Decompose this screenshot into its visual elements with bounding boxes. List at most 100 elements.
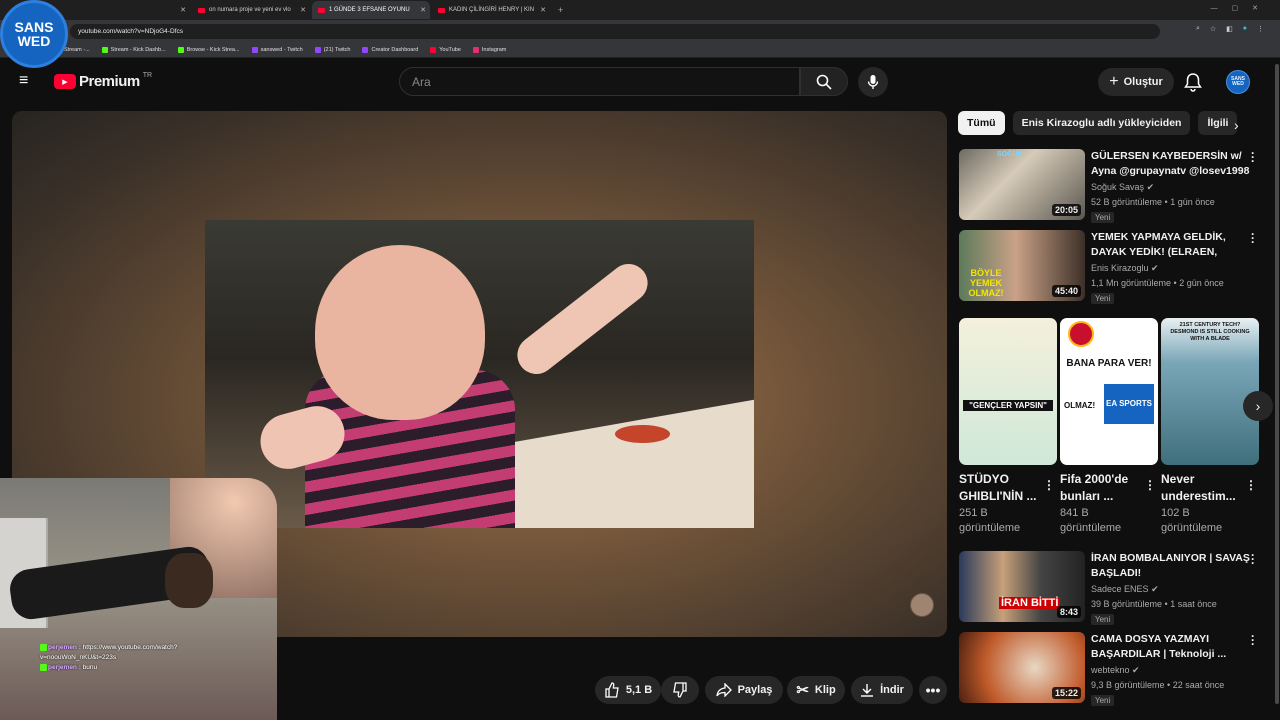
notifications-button[interactable] [1184, 72, 1202, 92]
recommended-video[interactable]: SOĞUK 20:05 GÜLERSEN KAYBEDERSİN w/ Ayna… [959, 147, 1269, 223]
thumbs-up-icon [605, 682, 619, 698]
bookmark-item[interactable]: sanswed - Twitch [251, 46, 303, 53]
upload-age: 2 gün önce [1179, 278, 1224, 288]
short-menu-icon[interactable]: ⋮ [1043, 478, 1055, 492]
short-item[interactable]: "GENÇLER YAPSIN" STÜDYO GHIBLI'NİN ... 2… [959, 318, 1057, 536]
bookmark-item[interactable]: YouTube [430, 46, 461, 53]
close-tab-icon[interactable]: ✕ [300, 6, 306, 14]
short-thumbnail[interactable]: 21ST CENTURY TECH? DESMOND IS STILL COOK… [1161, 318, 1259, 465]
chip-all[interactable]: Tümü [958, 111, 1005, 135]
bookmark-item[interactable]: Instagram [472, 46, 506, 53]
bookmark-item[interactable]: Stream - Kick Dashb... [101, 46, 166, 53]
thumbnail-text: İRAN BİTTİ [999, 597, 1061, 609]
video-title[interactable]: İRAN BOMBALANIYOR | SAVAŞ BAŞLADI! [1091, 551, 1251, 581]
short-item[interactable]: BANA PARA VER! OLMAZ! EA SPORTS Fifa 200… [1060, 318, 1158, 536]
chip-related[interactable]: İlgili [1198, 111, 1238, 135]
channel-name-row[interactable]: Sadece ENES ✔ [1091, 584, 1251, 595]
bookmarks-bar: Stream -... Stream - Kick Dashb... Brows… [0, 42, 1280, 58]
menu-hamburger-icon[interactable]: ≡ [19, 73, 35, 89]
video-menu-icon[interactable]: · · · [1251, 630, 1255, 650]
browser-tab[interactable]: on numara proje ve yeni ev vlo ✕ [192, 1, 310, 19]
share-label: Paylaş [737, 684, 773, 696]
search-button[interactable] [800, 67, 848, 96]
chat-badge-icon [40, 643, 47, 651]
video-menu-icon[interactable]: · · · [1251, 228, 1255, 248]
video-menu-icon[interactable]: · · · [1251, 549, 1255, 569]
browser-tab[interactable]: KADIN ÇİLİNGİRİ HENRY | KIN ✕ [432, 1, 550, 19]
verified-icon: ✔ [1132, 665, 1140, 675]
short-thumbnail[interactable]: "GENÇLER YAPSIN" [959, 318, 1057, 465]
new-badge: Yeni [1091, 212, 1115, 223]
close-tab-icon[interactable]: ✕ [180, 6, 186, 14]
voice-search-button[interactable] [858, 67, 888, 97]
channel-name: webtekno [1091, 665, 1130, 675]
browser-toolbar-icons: ⌕ ☆ ◧ ● ⋮ [1196, 25, 1264, 33]
video-menu-icon[interactable]: · · · [1251, 147, 1255, 167]
channel-name-row[interactable]: Soğuk Savaş ✔ [1091, 182, 1251, 193]
browser-tab[interactable]: ✕ [72, 1, 190, 19]
bookmark-item[interactable]: Browse - Kick Strea... [177, 46, 240, 53]
browser-tab-active[interactable]: 1 GÜNDE 3 EFSANE OYUNU ✕ [312, 1, 430, 19]
bookmark-label: sanswed - Twitch [260, 46, 303, 53]
close-tab-icon[interactable]: ✕ [540, 6, 546, 14]
bookmark-item[interactable]: Stream -... [64, 47, 90, 53]
video-thumbnail[interactable]: BÖYLE YEMEK OLMAZ! 45:40 [959, 230, 1085, 301]
clip-button[interactable]: ✂ Klip [787, 676, 845, 704]
chat-text: v=noouWoN_nKU&t=223s [40, 654, 117, 661]
webcam-overlay: perjemen : https://www.youtube.com/watch… [0, 478, 277, 720]
new-tab-icon[interactable]: + [558, 5, 563, 15]
like-button[interactable]: 5,1 B [595, 676, 661, 704]
bookmark-item[interactable]: Creator Dashboard [362, 46, 418, 53]
recommended-video[interactable]: 15:22 CAMA DOSYA YAZMAYI BAŞARDILAR | Te… [959, 630, 1269, 706]
channel-name-row[interactable]: Enis Kirazoglu ✔ [1091, 263, 1251, 274]
bookmark-item[interactable]: (21) Twitch [314, 46, 350, 53]
shorts-next-button[interactable]: › [1243, 391, 1273, 421]
bell-icon [1184, 73, 1202, 92]
account-avatar[interactable]: SANS WED [1226, 70, 1250, 94]
channel-watermark[interactable] [910, 593, 934, 617]
create-button[interactable]: + Oluştur [1098, 68, 1174, 96]
search-input[interactable]: Ara [399, 67, 800, 96]
video-thumbnail[interactable]: SOĞUK 20:05 [959, 149, 1085, 220]
menu-dots-icon[interactable]: ⋮ [1257, 25, 1264, 33]
url-field[interactable]: youtube.com/watch?v=NDjoG4-Dfcs [70, 24, 1160, 39]
short-menu-icon[interactable]: ⋮ [1245, 478, 1257, 492]
short-title[interactable]: Fifa 2000'de bunları ... [1060, 471, 1140, 505]
download-button[interactable]: İndir [851, 676, 913, 704]
close-tab-icon[interactable]: ✕ [420, 6, 426, 14]
clip-label: Klip [814, 684, 836, 696]
scissors-icon: ✂ [796, 682, 809, 699]
tab-label: KADIN ÇİLİNGİRİ HENRY | KIN [449, 7, 535, 13]
short-title[interactable]: STÜDYO GHIBLI'NİN ... [959, 471, 1039, 505]
extensions-icon[interactable]: ◧ [1226, 25, 1233, 33]
short-menu-icon[interactable]: ⋮ [1144, 478, 1156, 492]
more-actions-button[interactable]: ••• [919, 676, 947, 704]
short-item[interactable]: 21ST CENTURY TECH? DESMOND IS STILL COOK… [1161, 318, 1259, 536]
video-info: İRAN BOMBALANIYOR | SAVAŞ BAŞLADI! Sadec… [1091, 551, 1251, 627]
short-thumbnail[interactable]: BANA PARA VER! OLMAZ! EA SPORTS [1060, 318, 1158, 465]
short-views: 102 B görüntüleme [1161, 507, 1223, 534]
short-title[interactable]: Never underestim... [1161, 471, 1241, 505]
bookmark-star-icon[interactable]: ☆ [1210, 25, 1216, 33]
window-controls[interactable]: —▢✕ [1211, 4, 1272, 12]
youtube-logo[interactable]: ▶ Premium TR [54, 72, 152, 90]
verified-icon: ✔ [1151, 263, 1159, 273]
video-thumbnail[interactable]: İRAN BİTTİ 8:43 [959, 551, 1085, 622]
share-button[interactable]: Paylaş [705, 676, 783, 704]
chevron-right-icon[interactable]: › [1234, 117, 1239, 133]
zoom-icon[interactable]: ⌕ [1196, 25, 1200, 33]
bookmark-label: Stream - Kick Dashb... [110, 46, 166, 53]
chip-from-uploader[interactable]: Enis Kirazoglu adlı yükleyiciden [1012, 111, 1191, 135]
video-title[interactable]: YEMEK YAPMAYA GELDİK, DAYAK YEDİK! (ELRA… [1091, 230, 1251, 260]
recommended-video[interactable]: BÖYLE YEMEK OLMAZ! 45:40 YEMEK YAPMAYA G… [959, 228, 1269, 304]
channel-name-row[interactable]: webtekno ✔ [1091, 665, 1251, 676]
dislike-button[interactable] [661, 676, 699, 704]
upload-age: 1 saat önce [1170, 599, 1217, 609]
video-thumbnail[interactable]: 15:22 [959, 632, 1085, 703]
profile-icon[interactable]: ● [1243, 25, 1247, 33]
video-duration: 15:22 [1051, 687, 1081, 699]
video-title[interactable]: CAMA DOSYA YAZMAYI BAŞARDILAR | Teknoloj… [1091, 632, 1251, 662]
video-title[interactable]: GÜLERSEN KAYBEDERSİN w/ Ayna @grupaynatv… [1091, 149, 1251, 179]
page-scrollbar-thumb[interactable] [1275, 64, 1279, 704]
recommended-video[interactable]: İRAN BİTTİ 8:43 İRAN BOMBALANIYOR | SAVA… [959, 549, 1269, 625]
